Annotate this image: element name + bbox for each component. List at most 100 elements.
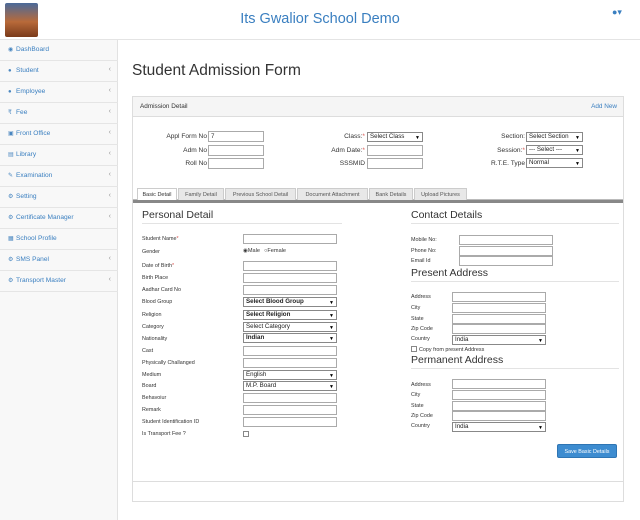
- remark-input[interactable]: [243, 405, 337, 415]
- permanent-zip-input[interactable]: [452, 411, 546, 421]
- behaviour-input[interactable]: [243, 393, 337, 403]
- class-select[interactable]: Select Class ▼: [367, 132, 423, 142]
- board-label: Board: [142, 383, 157, 389]
- chevron-down-icon: ▼: [329, 336, 334, 342]
- category-select[interactable]: Select Category ▼: [243, 322, 337, 332]
- permanent-address-input[interactable]: [452, 379, 546, 389]
- present-city-input[interactable]: [452, 303, 546, 313]
- gender-female-radio[interactable]: ○Female: [264, 248, 286, 254]
- remark-label: Remark: [142, 407, 161, 413]
- cast-label: Cast: [142, 348, 154, 354]
- sidebar-item-label: School Profile: [16, 235, 57, 242]
- sidebar-item-label: Library: [16, 151, 37, 158]
- dob-label: Date of Birth*: [142, 263, 174, 269]
- nationality-select[interactable]: Indian ▼: [243, 333, 337, 343]
- permanent-address-label: Address: [411, 382, 431, 388]
- roll-no-label: Roll No: [185, 160, 207, 167]
- email-input[interactable]: [459, 256, 553, 266]
- chevron-down-icon: ▼: [329, 300, 334, 306]
- permanent-city-input[interactable]: [452, 390, 546, 400]
- sidebar-item-library[interactable]: ▤ Library ‹: [0, 145, 118, 166]
- sidebar-item-label: Student: [16, 67, 39, 74]
- phone-input[interactable]: [459, 246, 553, 256]
- divider: [142, 223, 342, 224]
- student-id-input[interactable]: [243, 417, 337, 427]
- sidebar-item-sms-panel[interactable]: ⚙ SMS Panel ‹: [0, 250, 118, 271]
- appl-form-no-input[interactable]: 7: [208, 131, 264, 142]
- dob-label-text: Date of Birth: [142, 263, 172, 269]
- panel-header: Admission Detail Add New: [133, 97, 623, 117]
- present-zip-input[interactable]: [452, 324, 546, 334]
- chevron-left-icon: ‹: [108, 171, 111, 178]
- religion-select[interactable]: Select Religion ▼: [243, 310, 337, 320]
- user-menu-icon[interactable]: ●▾: [612, 7, 622, 18]
- gender-male-radio[interactable]: ◉Male: [243, 248, 260, 254]
- chevron-left-icon: ‹: [108, 129, 111, 136]
- sidebar-item-employee[interactable]: ● Employee ‹: [0, 82, 118, 103]
- chevron-left-icon: ‹: [108, 213, 111, 220]
- roll-no-input[interactable]: [208, 158, 264, 169]
- dob-input[interactable]: [243, 261, 337, 271]
- sidebar-item-dashboard[interactable]: ◉ DashBoard: [0, 40, 118, 61]
- nationality-value: Indian: [246, 334, 265, 341]
- rte-type-select[interactable]: Normal ▼: [526, 158, 583, 168]
- permanent-country-select[interactable]: India ▼: [452, 422, 546, 432]
- adm-date-input[interactable]: [367, 145, 423, 156]
- appl-form-no-label: Appl Form No: [166, 133, 207, 140]
- save-basic-details-button[interactable]: Save Basic Details: [557, 444, 617, 458]
- medium-select[interactable]: English ▼: [243, 370, 337, 380]
- birth-place-input[interactable]: [243, 273, 337, 283]
- edit-icon: ✎: [8, 173, 14, 179]
- sidebar-item-setting[interactable]: ⚙ Setting ‹: [0, 187, 118, 208]
- board-select[interactable]: M.P. Board ▼: [243, 381, 337, 391]
- blood-group-label: Blood Group: [142, 299, 173, 305]
- sidebar-item-label: Setting: [16, 193, 37, 200]
- email-label: Email Id: [411, 258, 431, 264]
- gear-icon: ⚙: [8, 257, 14, 263]
- class-label-text: Class:: [344, 133, 363, 140]
- chevron-left-icon: ‹: [108, 108, 111, 115]
- adm-no-input[interactable]: [208, 145, 264, 156]
- desk-icon: ▣: [8, 131, 14, 137]
- section-select[interactable]: Select Section ▼: [526, 132, 583, 142]
- sidebar-item-transport-master[interactable]: ⚙ Transport Master ‹: [0, 271, 118, 292]
- aadhar-input[interactable]: [243, 285, 337, 295]
- rte-type-label: R.T.E. Type: [491, 160, 525, 167]
- sssmid-input[interactable]: [367, 158, 423, 169]
- sidebar-item-school-profile[interactable]: ▦ School Profile: [0, 229, 118, 250]
- contact-details-title: Contact Details: [411, 209, 483, 221]
- session-select[interactable]: --- Select --- ▼: [526, 145, 583, 155]
- gear-icon: ⚙: [8, 278, 14, 284]
- chevron-down-icon: ▼: [575, 161, 580, 167]
- add-new-link[interactable]: Add New: [591, 103, 617, 110]
- divider: [411, 223, 619, 224]
- required-marker: *: [171, 263, 175, 269]
- present-country-select[interactable]: India ▼: [452, 335, 546, 345]
- cast-input[interactable]: [243, 346, 337, 356]
- present-address-input[interactable]: [452, 292, 546, 302]
- session-select-value: --- Select ---: [529, 146, 562, 153]
- present-zip-label: Zip Code: [411, 326, 433, 332]
- physically-challanged-input[interactable]: [243, 358, 337, 368]
- chevron-left-icon: ‹: [108, 150, 111, 157]
- sidebar-item-examination[interactable]: ✎ Examination ‹: [0, 166, 118, 187]
- sidebar-item-certificate-manager[interactable]: ⚙ Certificate Manager ‹: [0, 208, 118, 229]
- sidebar-item-student[interactable]: ● Student ‹: [0, 61, 118, 82]
- adm-date-label: Adm Date:*: [313, 147, 365, 154]
- blood-group-select[interactable]: Select Blood Group ▼: [243, 297, 337, 307]
- sidebar-item-front-office[interactable]: ▣ Front Office ‹: [0, 124, 118, 145]
- chevron-down-icon: ▼: [329, 325, 334, 331]
- student-name-input[interactable]: [243, 234, 337, 244]
- student-name-label: Student Name*: [142, 236, 179, 242]
- sidebar-item-fee[interactable]: ₹ Fee ‹: [0, 103, 118, 124]
- section-select-value: Select Section: [529, 133, 569, 140]
- present-state-input[interactable]: [452, 314, 546, 324]
- transport-fee-checkbox[interactable]: [243, 431, 249, 437]
- chevron-left-icon: ‹: [108, 192, 111, 199]
- permanent-city-label: City: [411, 392, 421, 398]
- mobile-input[interactable]: [459, 235, 553, 245]
- copy-address-checkbox[interactable]: [411, 346, 417, 352]
- dashboard-icon: ◉: [8, 47, 14, 53]
- required-marker: *: [522, 147, 525, 154]
- permanent-state-input[interactable]: [452, 401, 546, 411]
